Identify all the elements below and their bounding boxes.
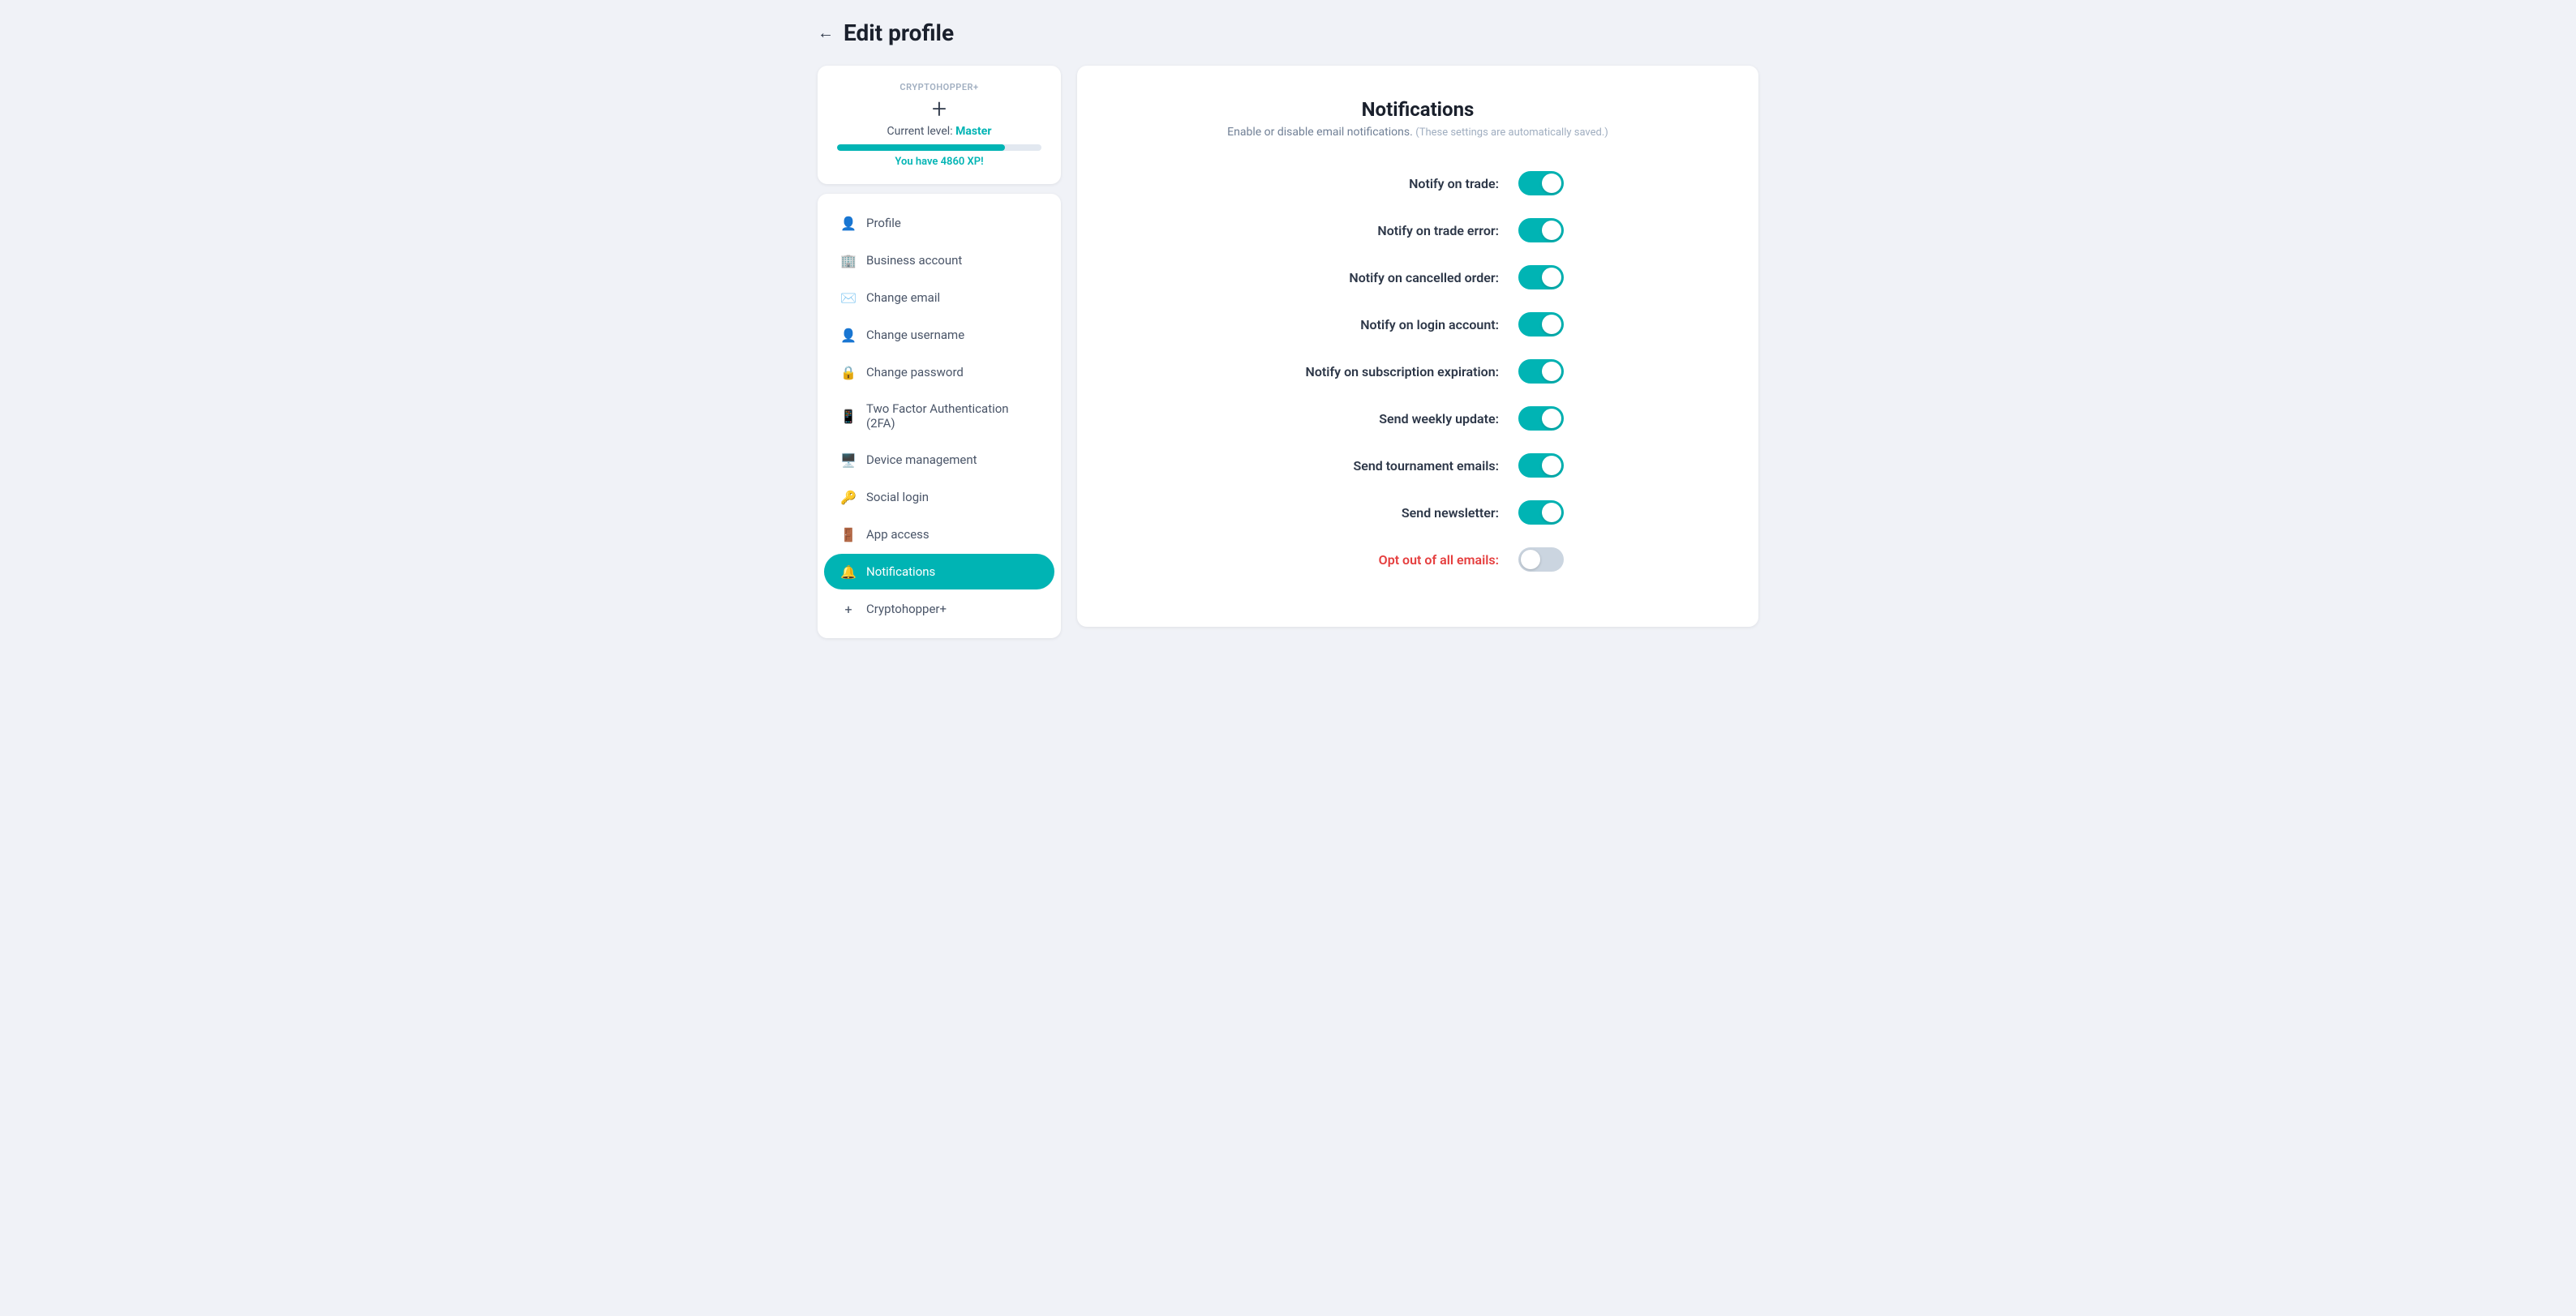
page-title: Edit profile [844,19,954,46]
toggle-slider-opt-out-all-emails [1518,547,1564,572]
toggle-slider-notify-login-account [1518,312,1564,337]
toggle-wrapper-send-newsletter[interactable] [1518,500,1564,525]
toggle-slider-send-tournament-emails [1518,453,1564,478]
page-header: ← Edit profile [818,19,1758,46]
sidebar-label-notifications: Notifications [866,564,935,579]
xp-plus-icon: + [837,96,1041,122]
notifications-icon: 🔔 [840,564,857,580]
sidebar: CRYPTOHOPPER+ + Current level: Master Yo… [818,66,1061,638]
toggle-slider-notify-trade-error [1518,218,1564,242]
sidebar-label-device-management: Device management [866,452,977,467]
toggle-slider-send-newsletter [1518,500,1564,525]
sidebar-label-business-account: Business account [866,253,962,268]
sidebar-label-change-email: Change email [866,290,940,305]
toggle-slider-notify-trade [1518,171,1564,195]
toggle-wrapper-notify-cancelled-order[interactable] [1518,265,1564,289]
business-account-icon: 🏢 [840,252,857,268]
sidebar-label-social-login: Social login [866,490,929,504]
main-layout: CRYPTOHOPPER+ + Current level: Master Yo… [818,66,1758,638]
toggle-slider-send-weekly-update [1518,406,1564,431]
sidebar-item-social-login[interactable]: 🔑 Social login [824,479,1054,515]
notification-row-notify-subscription-expiration: Notify on subscription expiration: [1116,359,1719,384]
change-email-icon: ✉️ [840,289,857,306]
sidebar-label-two-factor: Two Factor Authentication (2FA) [866,401,1038,431]
content-card: Notifications Enable or disable email no… [1077,66,1758,627]
sidebar-item-device-management[interactable]: 🖥️ Device management [824,442,1054,478]
profile-icon: 👤 [840,215,857,231]
notification-row-send-tournament-emails: Send tournament emails: [1116,453,1719,478]
notification-row-notify-trade-error: Notify on trade error: [1116,218,1719,242]
notification-label-notify-trade-error: Notify on trade error: [1272,223,1499,238]
xp-amount: You have 4860 XP! [837,156,1041,168]
notification-row-notify-cancelled-order: Notify on cancelled order: [1116,265,1719,289]
notification-row-notify-login-account: Notify on login account: [1116,312,1719,337]
toggle-wrapper-notify-login-account[interactable] [1518,312,1564,337]
sidebar-item-change-email[interactable]: ✉️ Change email [824,280,1054,315]
notification-label-notify-subscription-expiration: Notify on subscription expiration: [1272,364,1499,379]
sidebar-label-profile: Profile [866,216,901,230]
social-login-icon: 🔑 [840,489,857,505]
xp-bar-track [837,144,1041,151]
sidebar-item-app-access[interactable]: 🚪 App access [824,517,1054,552]
back-button[interactable]: ← [818,23,834,43]
sidebar-label-change-password: Change password [866,365,964,379]
toggle-slider-notify-cancelled-order [1518,265,1564,289]
xp-level-prefix: Current level: [887,125,953,138]
notification-row-send-newsletter: Send newsletter: [1116,500,1719,525]
sidebar-item-notifications[interactable]: 🔔 Notifications [824,554,1054,589]
app-access-icon: 🚪 [840,526,857,542]
sidebar-label-change-username: Change username [866,328,964,342]
notification-row-opt-out-all-emails: Opt out of all emails: [1116,547,1719,572]
toggle-wrapper-notify-subscription-expiration[interactable] [1518,359,1564,384]
notification-label-opt-out-all-emails: Opt out of all emails: [1272,552,1499,568]
sidebar-item-change-password[interactable]: 🔒 Change password [824,354,1054,390]
sidebar-label-cryptohopper-plus: Cryptohopper+ [866,602,947,616]
device-management-icon: 🖥️ [840,452,857,468]
sidebar-item-profile[interactable]: 👤 Profile [824,205,1054,241]
content-title: Notifications [1116,98,1719,121]
notification-label-notify-cancelled-order: Notify on cancelled order: [1272,270,1499,285]
toggle-slider-notify-subscription-expiration [1518,359,1564,384]
xp-badge-label: CRYPTOHOPPER+ [837,82,1041,92]
toggle-wrapper-notify-trade[interactable] [1518,171,1564,195]
toggle-wrapper-opt-out-all-emails[interactable] [1518,547,1564,572]
xp-level-value: Master [955,125,991,138]
xp-level-row: Current level: Master [837,125,1041,138]
toggle-wrapper-notify-trade-error[interactable] [1518,218,1564,242]
xp-card: CRYPTOHOPPER+ + Current level: Master Yo… [818,66,1061,184]
two-factor-icon: 📱 [840,408,857,424]
toggle-wrapper-send-tournament-emails[interactable] [1518,453,1564,478]
notification-label-send-tournament-emails: Send tournament emails: [1272,458,1499,474]
sidebar-item-change-username[interactable]: 👤 Change username [824,317,1054,353]
sidebar-label-app-access: App access [866,527,930,542]
notification-label-notify-trade: Notify on trade: [1272,176,1499,191]
content-subtitle: Enable or disable email notifications. (… [1116,126,1719,139]
toggles-container: Notify on trade: Notify on trade error: No… [1116,171,1719,572]
sidebar-item-two-factor[interactable]: 📱 Two Factor Authentication (2FA) [824,392,1054,440]
nav-card: 👤 Profile 🏢 Business account ✉️ Change email 👤… [818,194,1061,638]
change-username-icon: 👤 [840,327,857,343]
cryptohopper-plus-icon: + [840,601,857,617]
notification-label-send-weekly-update: Send weekly update: [1272,411,1499,427]
sidebar-item-business-account[interactable]: 🏢 Business account [824,242,1054,278]
toggle-wrapper-send-weekly-update[interactable] [1518,406,1564,431]
xp-bar-fill [837,144,1005,151]
notification-row-send-weekly-update: Send weekly update: [1116,406,1719,431]
change-password-icon: 🔒 [840,364,857,380]
sidebar-item-cryptohopper-plus[interactable]: + Cryptohopper+ [824,591,1054,627]
notification-row-notify-trade: Notify on trade: [1116,171,1719,195]
notification-label-send-newsletter: Send newsletter: [1272,505,1499,521]
notification-label-notify-login-account: Notify on login account: [1272,317,1499,332]
